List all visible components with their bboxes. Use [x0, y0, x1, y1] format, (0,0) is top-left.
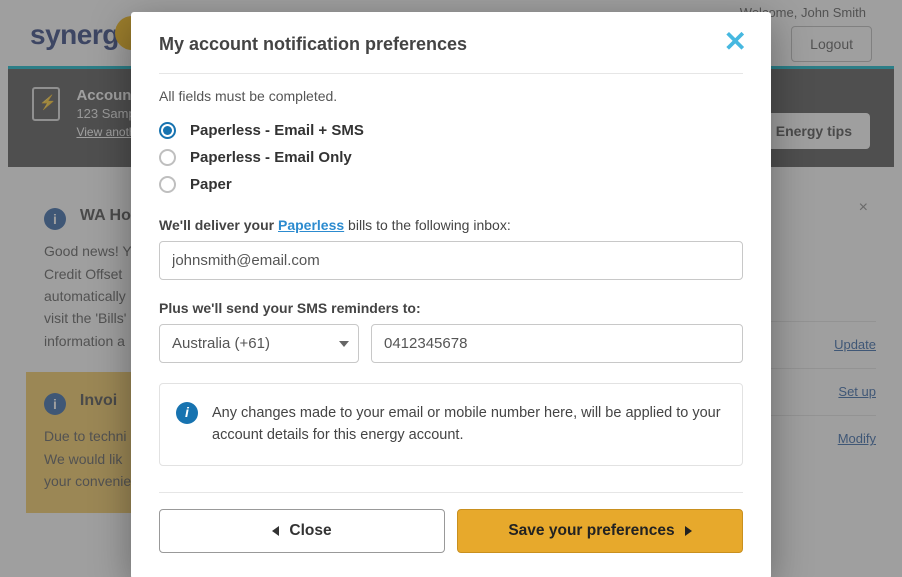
- country-code-select[interactable]: Australia (+61): [159, 324, 359, 363]
- radio-paper[interactable]: Paper: [159, 176, 743, 193]
- email-label: We'll deliver your Paperless bills to th…: [159, 217, 743, 233]
- radio-icon: [159, 176, 176, 193]
- info-callout-text: Any changes made to your email or mobile…: [212, 405, 721, 443]
- radio-paperless-email-only[interactable]: Paperless - Email Only: [159, 149, 743, 166]
- required-hint: All fields must be completed.: [159, 88, 743, 104]
- delivery-method-radio-group: Paperless - Email + SMS Paperless - Emai…: [159, 122, 743, 193]
- save-preferences-button[interactable]: Save your preferences: [457, 509, 743, 553]
- notification-preferences-modal: ✕ My account notification preferences Al…: [131, 12, 771, 577]
- email-input[interactable]: [159, 241, 743, 280]
- paperless-link[interactable]: Paperless: [278, 217, 344, 233]
- modal-close-icon[interactable]: ✕: [724, 34, 747, 51]
- save-button-label: Save your preferences: [508, 522, 674, 540]
- radio-icon: [159, 122, 176, 139]
- radio-icon: [159, 149, 176, 166]
- divider: [159, 73, 743, 74]
- close-button-label: Close: [289, 522, 331, 540]
- phone-input[interactable]: [371, 324, 743, 363]
- chevron-right-icon: [685, 526, 692, 536]
- modal-title: My account notification preferences: [159, 34, 743, 55]
- chevron-left-icon: [272, 526, 279, 536]
- close-button[interactable]: Close: [159, 509, 445, 553]
- info-icon: i: [176, 402, 198, 424]
- divider: [159, 492, 743, 493]
- radio-label: Paperless - Email Only: [190, 149, 352, 166]
- radio-label: Paper: [190, 176, 232, 193]
- sms-label: Plus we'll send your SMS reminders to:: [159, 300, 743, 316]
- radio-label: Paperless - Email + SMS: [190, 122, 364, 139]
- info-callout: i Any changes made to your email or mobi…: [159, 383, 743, 466]
- radio-paperless-email-sms[interactable]: Paperless - Email + SMS: [159, 122, 743, 139]
